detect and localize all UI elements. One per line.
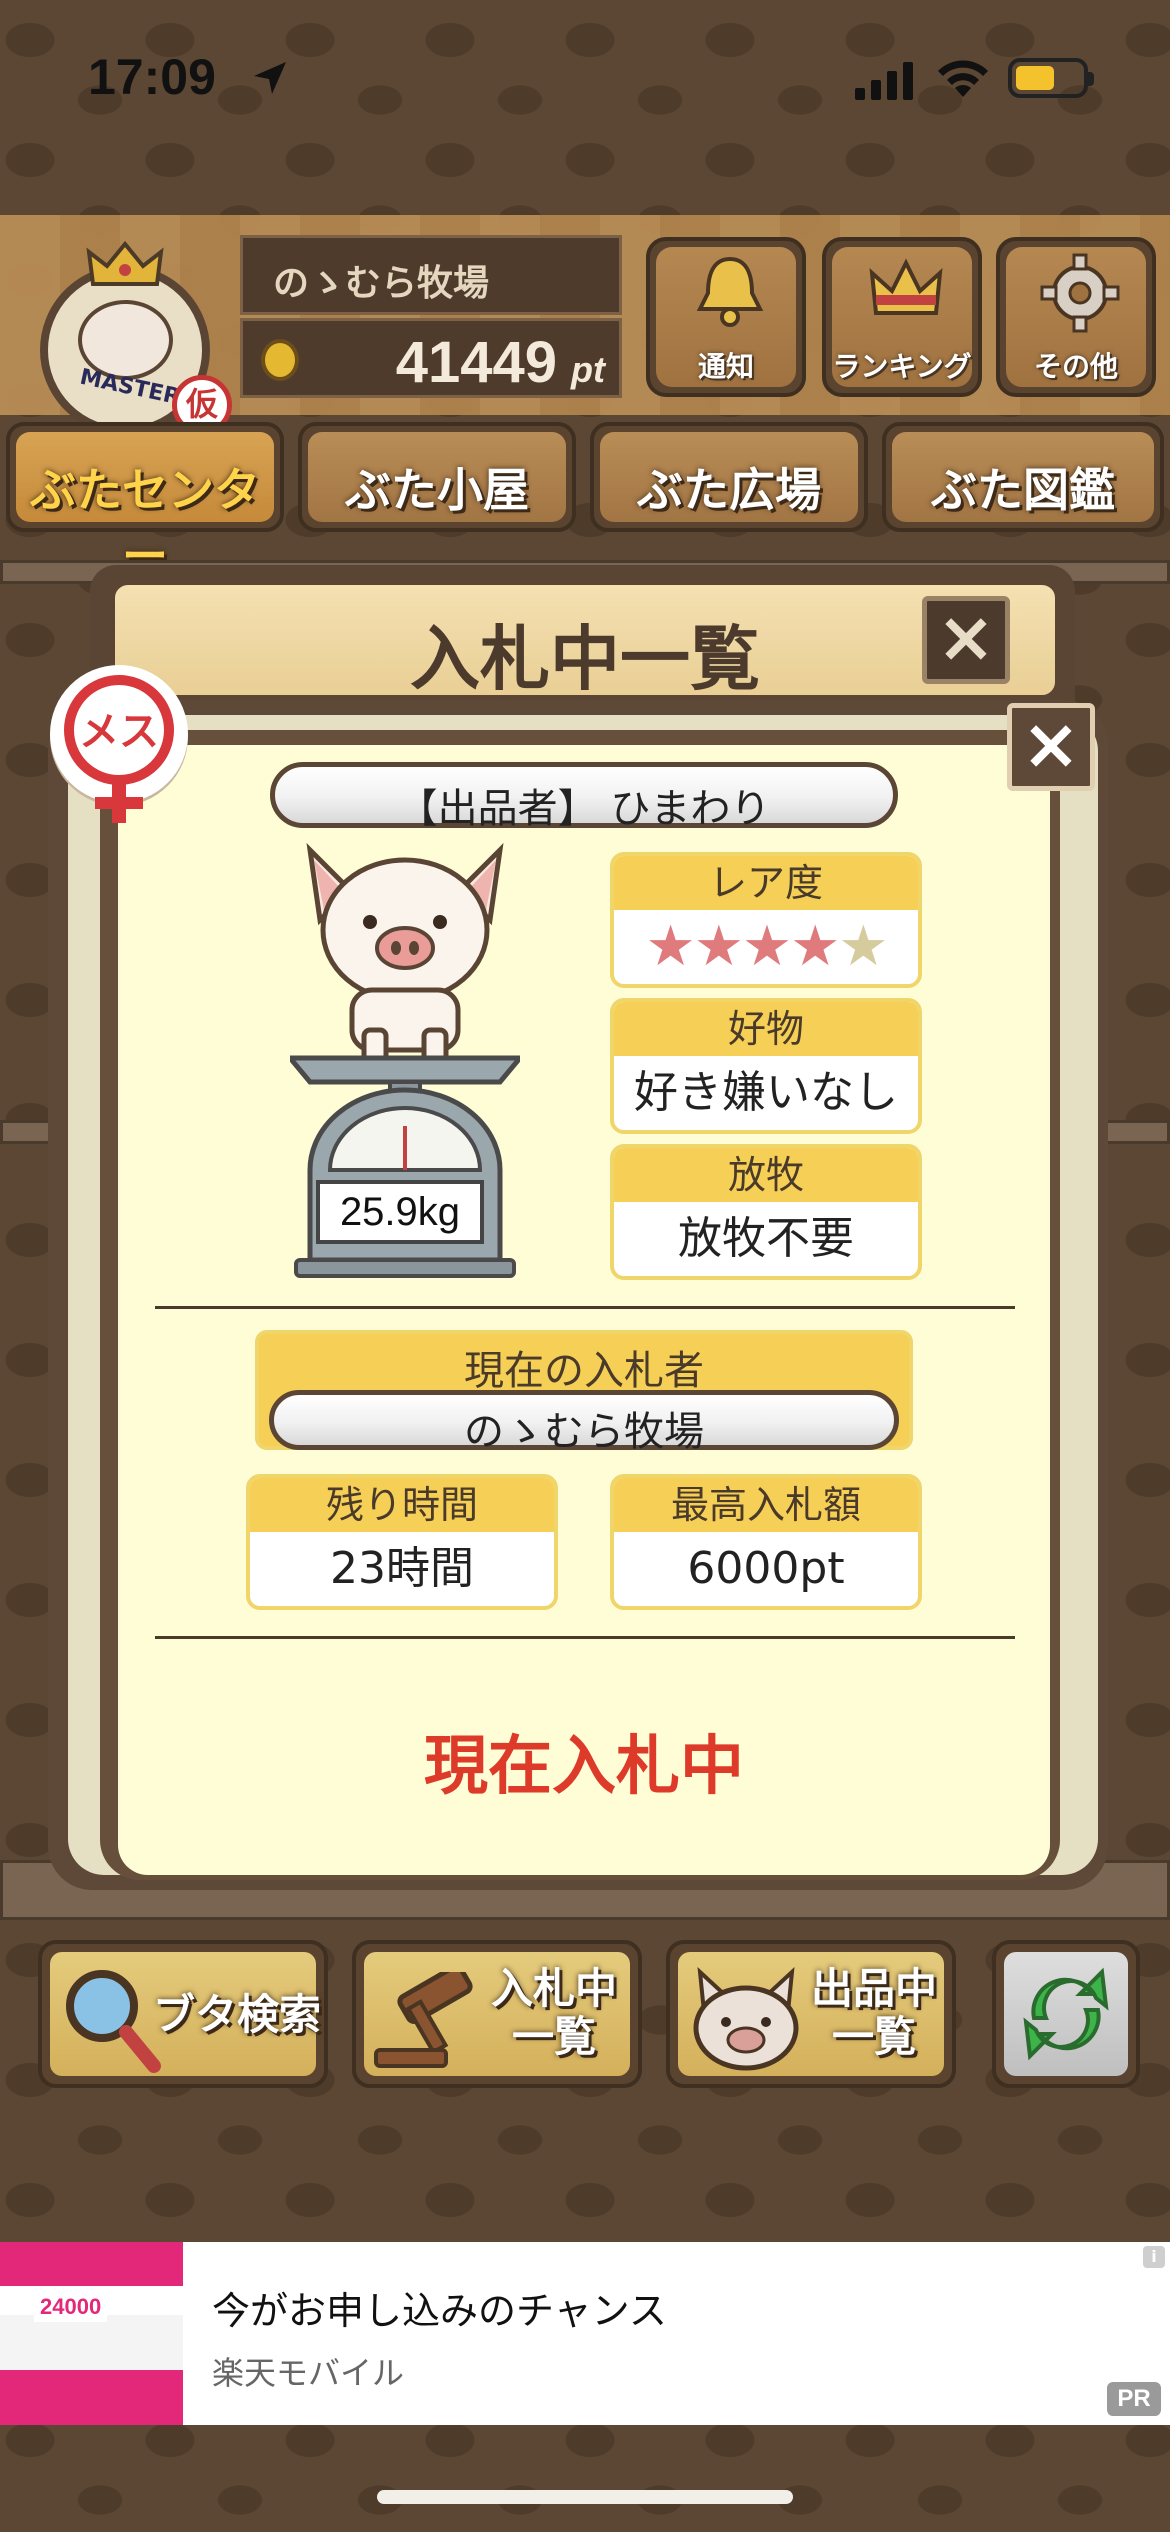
rank-badge[interactable]: MASTER 仮: [30, 235, 232, 435]
current-bidder-label: 現在の入札者: [464, 1348, 704, 1394]
points-box: 41449 pt: [240, 318, 622, 398]
gavel-icon: [374, 1972, 473, 2068]
listing-list-label-line2: 一覧: [831, 2012, 916, 2061]
bid-list-title: 入札中一覧: [410, 618, 760, 700]
battery-icon: [1008, 58, 1094, 98]
tab-buta-center[interactable]: ぶたセンター: [6, 422, 284, 583]
highest-bid-card: 最高入札額 6000pt: [610, 1474, 922, 1610]
location-arrow-icon: [254, 62, 286, 94]
favorite-food-label: 好物: [614, 1002, 918, 1056]
gear-icon: [1040, 253, 1120, 333]
farm-name-box: のゝむら牧場: [240, 235, 622, 315]
tab-buta-encyclopedia[interactable]: ぶた図鑑: [882, 422, 1164, 532]
pig-search-label: ブタ検索: [152, 1990, 321, 2039]
cellular-signal-icon: [855, 62, 913, 100]
ad-pr-badge: PR: [1107, 2382, 1161, 2416]
listing-list-label-line1: 出品中: [810, 1964, 937, 2013]
bidding-list-button[interactable]: 入札中 一覧: [352, 1940, 642, 2088]
star-icon: ★: [741, 914, 792, 979]
notification-label: 通知: [697, 350, 754, 383]
ad-advertiser: 楽天モバイル: [212, 2354, 405, 2392]
star-icon: ★: [790, 914, 840, 979]
bidding-list-label-line1: 入札中: [490, 1964, 617, 2013]
home-indicator[interactable]: [377, 2490, 793, 2504]
other-label: その他: [1033, 350, 1118, 383]
status-bar: 17:09: [0, 0, 1170, 150]
pig-detail-close-button[interactable]: ×: [1007, 703, 1095, 791]
weight-value: 25.9kg: [316, 1180, 484, 1244]
rarity-stars: ★★★★★: [614, 910, 918, 984]
seller-text: 【出品者】 ひまわり: [397, 786, 771, 832]
ad-banner[interactable]: 24000 今がお申し込みのチャンス 楽天モバイル i PR: [0, 2242, 1170, 2425]
status-time: 17:09: [88, 49, 216, 105]
points-value: 41449: [395, 330, 557, 395]
highest-bid-label: 最高入札額: [614, 1478, 918, 1532]
listing-list-button[interactable]: 出品中 一覧: [666, 1940, 956, 2088]
current-bidder-pill: のゝむら牧場: [269, 1390, 899, 1455]
tab-label: ぶた図鑑: [931, 463, 1115, 517]
grazing-value: 放牧不要: [678, 1213, 854, 1264]
seller-name-pill: 【出品者】 ひまわり: [270, 762, 898, 832]
coin-icon: [261, 339, 299, 381]
gender-label: メス: [79, 709, 159, 755]
rarity-label: レア度: [614, 856, 918, 910]
ranking-button[interactable]: ランキング: [822, 237, 982, 397]
ad-title[interactable]: 今がお申し込みのチャンス: [212, 2280, 667, 2335]
bid-status-text: 現在入札中: [424, 1730, 744, 1804]
notification-button[interactable]: 通知: [646, 237, 806, 397]
wifi-icon: [938, 60, 988, 97]
battery-level: [1016, 66, 1054, 90]
time-left-label: 残り時間: [250, 1478, 554, 1532]
ad-info-icon[interactable]: i: [1143, 2246, 1165, 2268]
pig-icon: [306, 842, 504, 1073]
ad-image[interactable]: 24000: [0, 2242, 183, 2425]
time-left-card: 残り時間 23時間: [246, 1474, 558, 1610]
other-button[interactable]: その他: [996, 237, 1156, 397]
divider: [155, 1636, 1015, 1639]
grazing-label: 放牧: [614, 1148, 918, 1202]
farm-name: のゝむら牧場: [273, 263, 490, 304]
current-bidder-name: のゝむら牧場: [464, 1409, 704, 1455]
favorite-food-value: 好き嫌いなし: [634, 1067, 898, 1118]
magnifier-icon: [66, 1970, 161, 2073]
crown-icon: [869, 258, 943, 315]
gender-female-badge: メス: [50, 665, 188, 823]
rarity-card: レア度 ★★★★★: [610, 852, 922, 988]
star-icon: ★: [693, 914, 744, 979]
bell-icon: [696, 256, 764, 327]
points-unit: pt: [571, 349, 605, 390]
ranking-label: ランキング: [832, 350, 972, 383]
refresh-button[interactable]: [992, 1940, 1140, 2088]
tab-label: ぶた小屋: [345, 463, 529, 517]
divider: [155, 1306, 1015, 1309]
favorite-food-card: 好物 好き嫌いなし: [610, 998, 922, 1134]
pig-face-icon: [693, 1966, 799, 2071]
refresh-icon: [1023, 1967, 1109, 2061]
highest-bid-value: 6000pt: [687, 1543, 845, 1594]
bid-list-title-bar: 入札中一覧: [110, 580, 1060, 700]
ad-image-text: 24000: [34, 2292, 108, 2322]
grazing-card: 放牧 放牧不要: [610, 1144, 922, 1280]
tab-buta-hut[interactable]: ぶた小屋: [298, 422, 576, 532]
header-bar: MASTER 仮 のゝむら牧場 41449 pt 通知 ランキング その他: [0, 215, 1170, 435]
bidding-list-label-line2: 一覧: [511, 2012, 596, 2061]
star-empty-icon: ★: [838, 914, 888, 979]
time-left-value: 23時間: [330, 1543, 474, 1594]
crown-icon: [86, 240, 164, 286]
tab-buta-plaza[interactable]: ぶた広場: [590, 422, 868, 532]
bid-list-close-button[interactable]: ×: [922, 596, 1010, 684]
star-icon: ★: [645, 914, 695, 979]
tab-label: ぶた広場: [637, 463, 821, 517]
main-tabs: ぶたセンター ぶた小屋 ぶた広場 ぶた図鑑: [0, 422, 1170, 583]
pig-search-button[interactable]: ブタ検索: [38, 1940, 328, 2088]
current-bidder-card: 現在の入札者 のゝむら牧場: [255, 1330, 913, 1455]
